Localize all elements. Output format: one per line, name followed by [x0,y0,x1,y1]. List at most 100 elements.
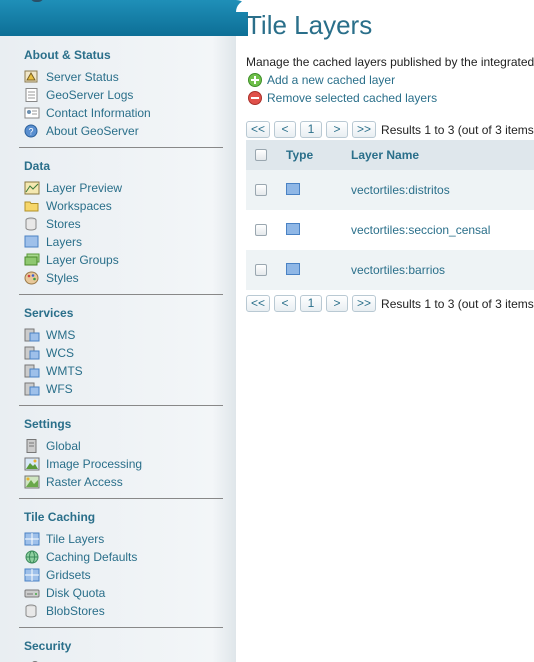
logo [30,0,44,2]
pager-page-button[interactable]: 1 [300,121,323,138]
row-checkbox[interactable] [255,184,267,196]
table-row: vectortiles:distritos [246,170,534,210]
sidebar-section-title: Services [24,306,74,320]
sidebar-item-label: WFS [46,382,73,396]
sidebar-section-title: Tile Caching [24,510,96,524]
sidebar-section: Tile Caching Tile Layers Caching Defaults G… [19,506,223,628]
table-row: vectortiles:seccion_censal [246,210,534,250]
pager-prev-button[interactable]: < [274,121,297,138]
sidebar-menu: About & Status Server Status GeoServer Log… [19,44,223,662]
sidebar-item-label: Contact Information [46,106,151,120]
sidebar-item[interactable]: Tile Layers [24,530,223,548]
row-checkbox[interactable] [255,264,267,276]
type-column-header[interactable]: Type [286,148,313,162]
sidebar-item[interactable]: Global [24,437,223,455]
vector-layer-icon [286,262,300,275]
add-cached-layer-link[interactable]: Add a new cached layer [248,73,395,87]
palette-icon [24,271,40,285]
sidebar-item[interactable]: Caching Defaults [24,548,223,566]
sidebar-item-label: Caching Defaults [46,550,138,564]
database-icon [24,217,40,231]
sidebar-item-label: Disk Quota [46,586,106,600]
pager-page-button[interactable]: 1 [300,295,323,312]
service-icon [24,382,40,396]
sidebar-item[interactable]: Layer Preview [24,179,223,197]
sidebar-item-label: BlobStores [46,604,105,618]
remove-cached-layers-link[interactable]: Remove selected cached layers [248,91,437,105]
map-preview-icon [24,181,40,195]
sidebar-item-label: Global [46,439,81,453]
pager-next-button[interactable]: > [326,121,349,138]
sidebar-item-label: Raster Access [46,475,123,489]
sidebar-section: Services WMS WCS WMTS WFS [19,302,223,406]
pager-top: << < 1 > >> Results 1 to 3 (out of 3 ite… [246,121,534,138]
layer-name-link[interactable]: vectortiles:seccion_censal [351,223,490,237]
sidebar-item-label: WMS [46,328,76,342]
sidebar-item[interactable]: BlobStores [24,602,223,620]
sidebar-item-label: Stores [46,217,81,231]
image-icon [24,457,40,471]
sidebar-item[interactable]: WMS [24,326,223,344]
sidebar-item[interactable]: ? About GeoServer [24,122,223,140]
sidebar-item[interactable]: Workspaces [24,197,223,215]
sidebar-section-title: Data [24,159,51,173]
sidebar-item-label: WCS [46,346,74,360]
globe-icon [24,550,40,564]
sidebar-item[interactable]: WMTS [24,362,223,380]
pager-last-button[interactable]: >> [352,295,377,312]
contact-icon [24,106,40,120]
tile-layers-table: Type Layer Name vectortiles:distritos ve… [246,140,534,290]
sidebar-item[interactable]: Image Processing [24,455,223,473]
sidebar-item-label: Workspaces [46,199,112,213]
help-icon: ? [24,124,40,138]
vector-layer-icon [286,222,300,235]
sidebar-item[interactable]: Server Status [24,68,223,86]
sidebar-item[interactable]: Layers [24,233,223,251]
sidebar-item[interactable]: Raster Access [24,473,223,491]
svg-text:?: ? [28,127,33,137]
sidebar-item-label: Layer Preview [46,181,123,195]
raster-icon [24,475,40,489]
sidebar-item[interactable]: WFS [24,380,223,398]
pager-last-button[interactable]: >> [352,121,377,138]
remove-cached-layers-label: Remove selected cached layers [267,91,438,105]
pager-first-button[interactable]: << [246,295,271,312]
table-header: Type Layer Name [246,140,534,170]
layer-icon [24,235,40,249]
sidebar-item[interactable]: Styles [24,269,223,287]
add-cached-layer-label: Add a new cached layer [267,73,396,87]
sidebar-section-title: Settings [24,417,72,431]
layer-name-link[interactable]: vectortiles:distritos [351,183,450,197]
sidebar-section-title: About & Status [24,48,111,62]
pager-results: Results 1 to 3 (out of 3 items [381,122,534,137]
sidebar-item-label: Styles [46,271,79,285]
sidebar: About & Status Server Status GeoServer Log… [0,0,236,662]
sidebar-item-label: Server Status [46,70,119,84]
row-checkbox[interactable] [255,224,267,236]
sidebar-item[interactable]: GeoServer Logs [24,86,223,104]
sidebar-item-label: WMTS [46,364,83,378]
sidebar-item[interactable]: Stores [24,215,223,233]
sidebar-item[interactable]: WCS [24,344,223,362]
select-all-checkbox[interactable] [255,149,267,161]
sidebar-item[interactable]: Gridsets [24,566,223,584]
pager-bottom: << < 1 > >> Results 1 to 3 (out of 3 ite… [246,295,534,312]
layer-group-icon [24,253,40,267]
service-icon [24,364,40,378]
remove-icon [248,91,262,105]
sidebar-item[interactable]: Contact Information [24,104,223,122]
header-bar [0,0,236,36]
sidebar-item-label: Layer Groups [46,253,119,267]
sidebar-item-label: Image Processing [46,457,143,471]
main-content: Tile Layers Manage the cached layers pub… [236,0,534,662]
logs-icon [24,88,40,102]
pager-prev-button[interactable]: < [274,295,297,312]
page-description: Manage the cached layers published by th… [246,55,534,69]
sidebar-section-title: Security [24,639,72,653]
layer-name-column-header[interactable]: Layer Name [351,148,419,162]
layer-name-link[interactable]: vectortiles:barrios [351,263,445,277]
sidebar-item[interactable]: Disk Quota [24,584,223,602]
sidebar-item[interactable]: Layer Groups [24,251,223,269]
pager-first-button[interactable]: << [246,121,271,138]
pager-next-button[interactable]: > [326,295,349,312]
